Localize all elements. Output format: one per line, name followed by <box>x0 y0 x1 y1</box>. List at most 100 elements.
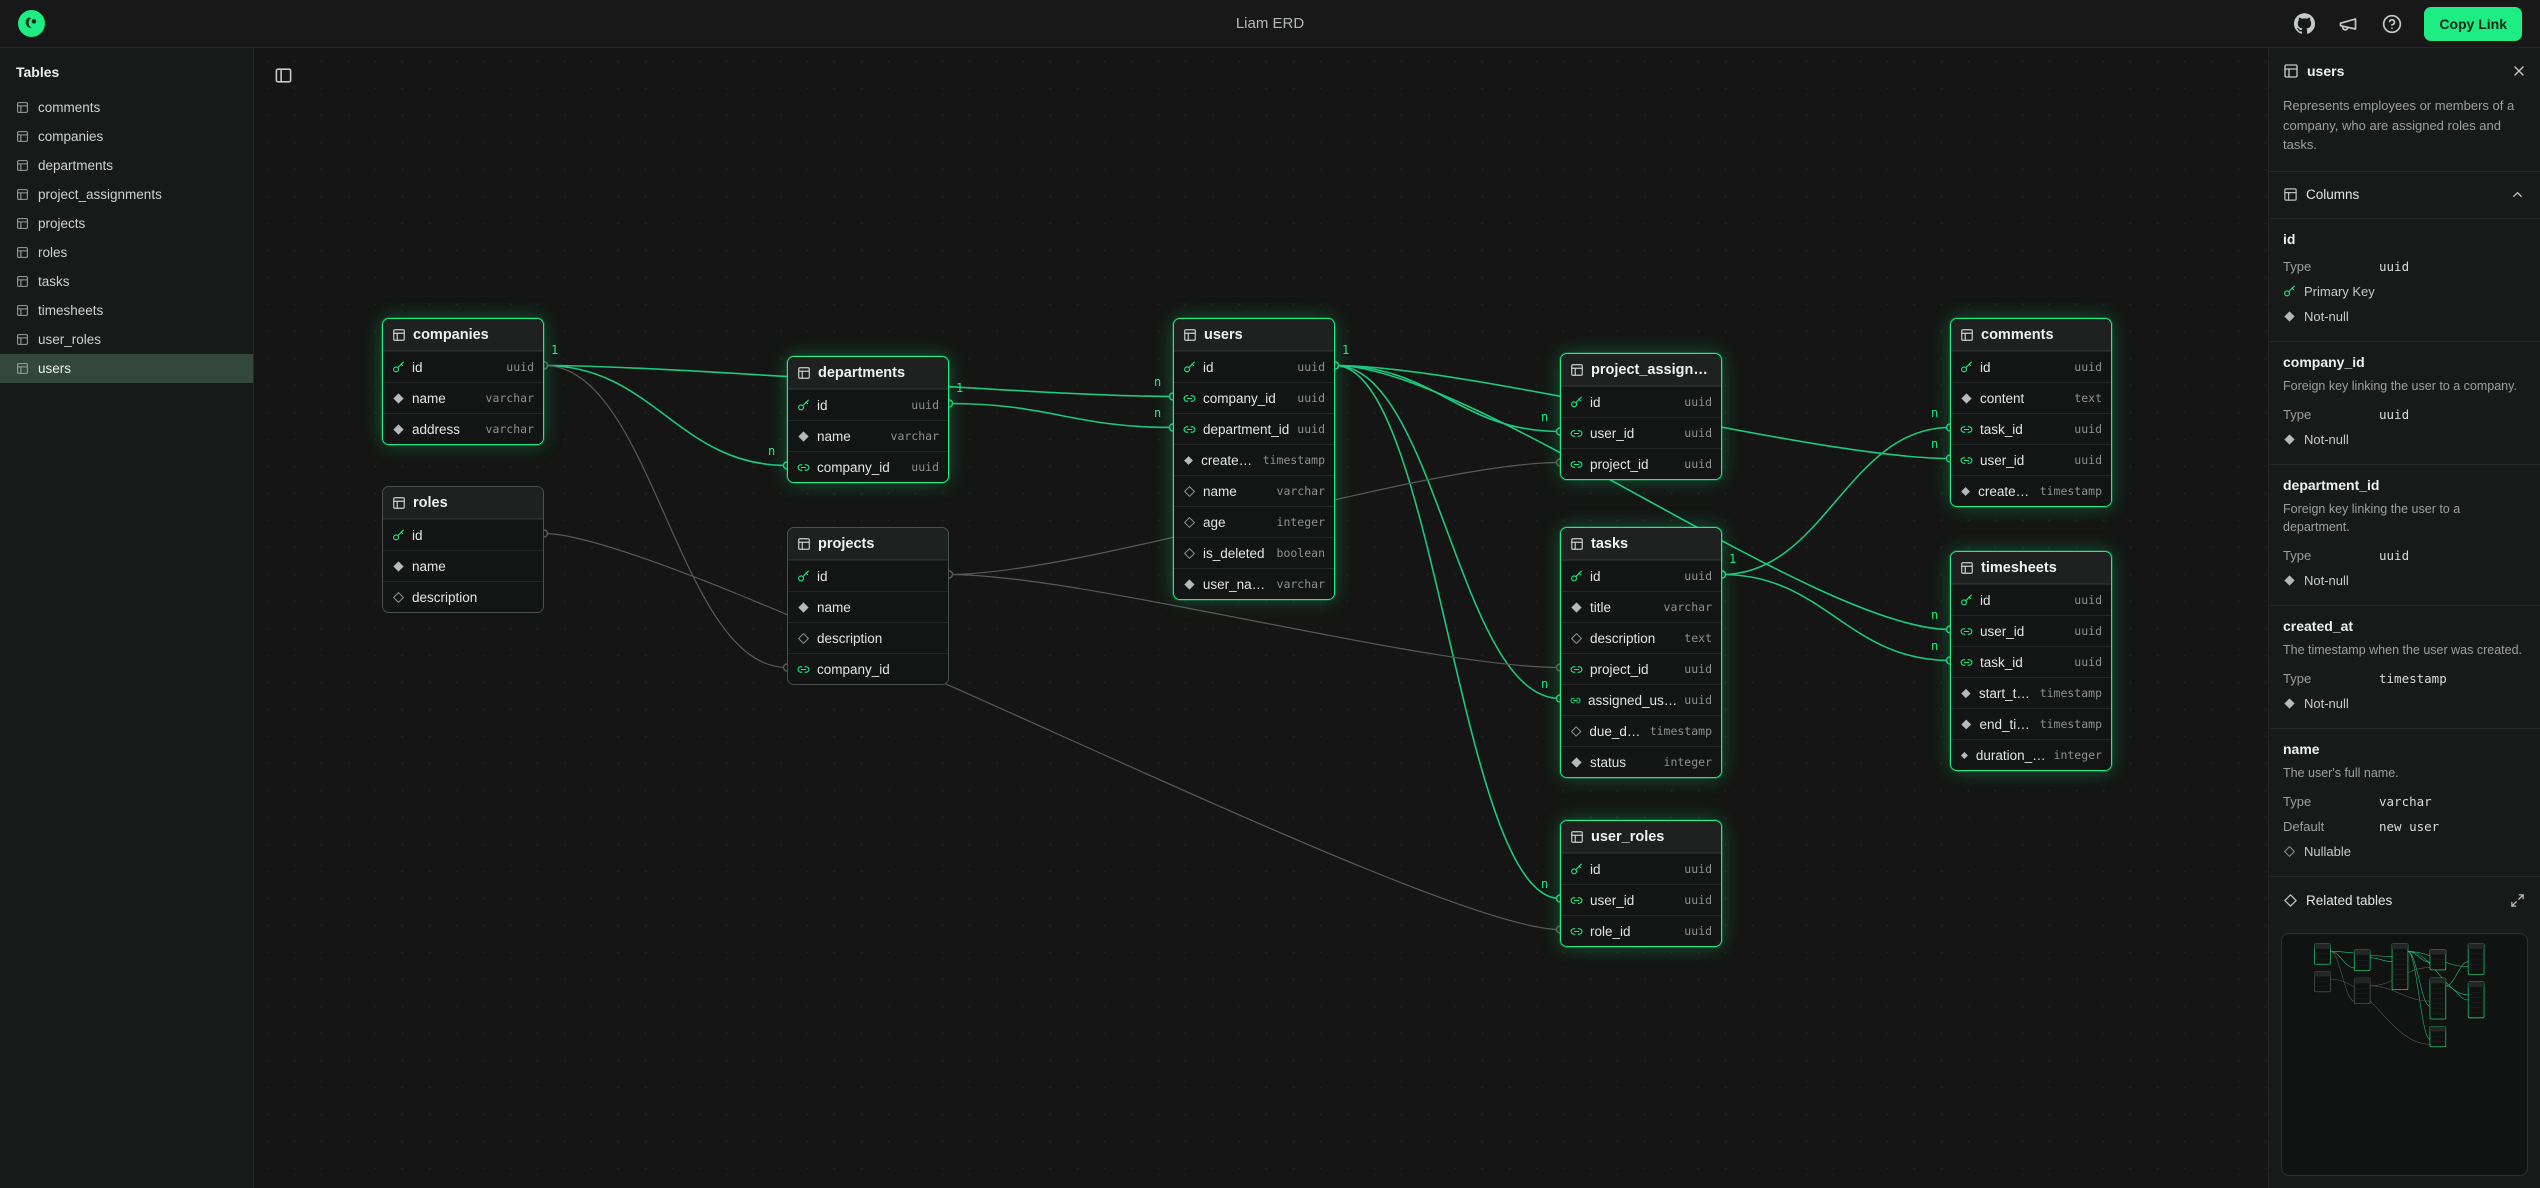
column-row-content[interactable]: contenttext <box>1951 382 2111 413</box>
sidebar-item-tasks[interactable]: tasks <box>0 267 253 296</box>
column-row-is_deleted[interactable]: is_deletedboolean <box>1174 537 1334 568</box>
sidebar-item-departments[interactable]: departments <box>0 151 253 180</box>
column-row-id[interactable]: id <box>383 519 543 550</box>
open-related-tables-button[interactable] <box>2506 889 2528 911</box>
sidebar-item-comments[interactable]: comments <box>0 93 253 122</box>
table-node-header[interactable]: companies <box>383 319 543 351</box>
column-row-department_id[interactable]: department_iduuid <box>1174 413 1334 444</box>
sidebar-item-users[interactable]: users <box>0 354 253 383</box>
column-row-company_id[interactable]: company_iduuid <box>788 451 948 482</box>
erd-canvas[interactable]: 1n1nn1nnn1nnnn companiesiduuidnamevarcha… <box>254 48 2268 1188</box>
column-row-user_id[interactable]: user_iduuid <box>1951 444 2111 475</box>
column-row-name: id <box>817 569 828 584</box>
related-tables-minimap[interactable] <box>2281 933 2528 1176</box>
close-panel-button[interactable] <box>2508 60 2530 82</box>
table-node-departments[interactable]: departmentsiduuidnamevarcharcompany_iduu… <box>787 356 949 483</box>
column-row-name: user_id <box>1590 893 1634 908</box>
column-row-end_time[interactable]: end_timetimestamp <box>1951 708 2111 739</box>
collapse-columns-button[interactable] <box>2506 184 2528 206</box>
column-row-user_id[interactable]: user_iduuid <box>1561 417 1721 448</box>
column-row-role_id[interactable]: role_iduuid <box>1561 915 1721 946</box>
table-node-header[interactable]: projects <box>788 528 948 560</box>
column-row-user_id[interactable]: user_iduuid <box>1951 615 2111 646</box>
column-row-description[interactable]: description <box>788 622 948 653</box>
column-row-created_at[interactable]: created_attimestamp <box>1951 475 2111 506</box>
table-icon <box>16 362 29 375</box>
column-row-name: is_deleted <box>1203 546 1265 561</box>
column-row-id[interactable]: iduuid <box>1951 351 2111 382</box>
column-row-age[interactable]: ageinteger <box>1174 506 1334 537</box>
column-row-id[interactable]: iduuid <box>1561 560 1721 591</box>
column-row-company_id[interactable]: company_id <box>788 653 948 684</box>
column-row-id[interactable]: iduuid <box>788 389 948 420</box>
column-row-id[interactable]: id <box>788 560 948 591</box>
column-row-description[interactable]: description <box>383 581 543 612</box>
column-row-name[interactable]: namevarchar <box>1174 475 1334 506</box>
column-row-due_date[interactable]: due_datetimestamp <box>1561 715 1721 746</box>
column-row-name[interactable]: namevarchar <box>383 382 543 413</box>
table-node-header[interactable]: departments <box>788 357 948 389</box>
column-row-name[interactable]: name <box>788 591 948 622</box>
github-button[interactable] <box>2292 12 2316 36</box>
table-node-header[interactable]: tasks <box>1561 528 1721 560</box>
table-node-comments[interactable]: commentsiduuidcontenttexttask_iduuiduser… <box>1950 318 2112 507</box>
column-row-id[interactable]: iduuid <box>1561 853 1721 884</box>
sidebar-item-timesheets[interactable]: timesheets <box>0 296 253 325</box>
sidebar-item-user_roles[interactable]: user_roles <box>0 325 253 354</box>
table-node-projects[interactable]: projects id namedescriptioncompany_id <box>787 527 949 685</box>
release-notes-button[interactable] <box>2336 12 2360 36</box>
column-row-id[interactable]: iduuid <box>1174 351 1334 382</box>
table-node-project_assignments[interactable]: project_assignmentsiduuiduser_iduuidproj… <box>1560 353 1722 480</box>
column-row-user_id[interactable]: user_iduuid <box>1561 884 1721 915</box>
column-row-start_time[interactable]: start_timetimestamp <box>1951 677 2111 708</box>
key-icon <box>797 399 810 412</box>
table-node-header[interactable]: users <box>1174 319 1334 351</box>
sidebar-item-roles[interactable]: roles <box>0 238 253 267</box>
column-row-task_id[interactable]: task_iduuid <box>1951 413 2111 444</box>
column-row-name[interactable]: namevarchar <box>788 420 948 451</box>
column-row-id[interactable]: iduuid <box>1951 584 2111 615</box>
sidebar-toggle-button[interactable] <box>268 60 298 90</box>
column-row-project_id[interactable]: project_iduuid <box>1561 448 1721 479</box>
sidebar-item-project_assignments[interactable]: project_assignments <box>0 180 253 209</box>
column-row-user_name[interactable]: user_namevarchar <box>1174 568 1334 599</box>
column-row-id[interactable]: iduuid <box>383 351 543 382</box>
table-node-header[interactable]: roles <box>383 487 543 519</box>
column-row-type: uuid <box>1684 457 1712 471</box>
table-node-header[interactable]: comments <box>1951 319 2111 351</box>
table-node-user_roles[interactable]: user_rolesiduuiduser_iduuidrole_iduuid <box>1560 820 1722 947</box>
table-icon <box>16 217 29 230</box>
column-row-assigned_user_id[interactable]: assigned_user_iduuid <box>1561 684 1721 715</box>
column-row-name[interactable]: name <box>383 550 543 581</box>
github-icon <box>2294 13 2315 34</box>
table-node-roles[interactable]: rolesidnamedescription <box>382 486 544 613</box>
column-row-status[interactable]: statusinteger <box>1561 746 1721 777</box>
help-button[interactable] <box>2380 12 2404 36</box>
table-node-header[interactable]: project_assignments <box>1561 354 1721 386</box>
sidebar-item-companies[interactable]: companies <box>0 122 253 151</box>
column-row-task_id[interactable]: task_iduuid <box>1951 646 2111 677</box>
column-row-created_at[interactable]: created_attimestamp <box>1174 444 1334 475</box>
column-row-title[interactable]: titlevarchar <box>1561 591 1721 622</box>
link-icon <box>1960 625 1973 638</box>
table-node-tasks[interactable]: tasksiduuidtitlevarchardescriptiontextpr… <box>1560 527 1722 778</box>
table-node-timesheets[interactable]: timesheetsiduuiduser_iduuidtask_iduuidst… <box>1950 551 2112 771</box>
column-row-description[interactable]: descriptiontext <box>1561 622 1721 653</box>
chevron-up-icon <box>2510 187 2525 202</box>
table-node-header[interactable]: timesheets <box>1951 552 2111 584</box>
copy-link-button[interactable]: Copy Link <box>2424 7 2522 41</box>
column-row-project_id[interactable]: project_iduuid <box>1561 653 1721 684</box>
table-icon <box>797 537 811 551</box>
column-row-company_id[interactable]: company_iduuid <box>1174 382 1334 413</box>
table-node-companies[interactable]: companiesiduuidnamevarcharaddressvarchar <box>382 318 544 445</box>
columns-section-header[interactable]: Columns <box>2269 172 2540 219</box>
sidebar-item-projects[interactable]: projects <box>0 209 253 238</box>
table-node-header[interactable]: user_roles <box>1561 821 1721 853</box>
column-row-address[interactable]: addressvarchar <box>383 413 543 444</box>
panel-header: users <box>2269 48 2540 94</box>
table-node-users[interactable]: usersiduuidcompany_iduuiddepartment_iduu… <box>1173 318 1335 600</box>
liam-logo[interactable] <box>18 10 45 37</box>
column-row-duration_minutes[interactable]: duration_minutesinteger <box>1951 739 2111 770</box>
column-row-type: uuid <box>1684 693 1712 707</box>
column-row-id[interactable]: iduuid <box>1561 386 1721 417</box>
